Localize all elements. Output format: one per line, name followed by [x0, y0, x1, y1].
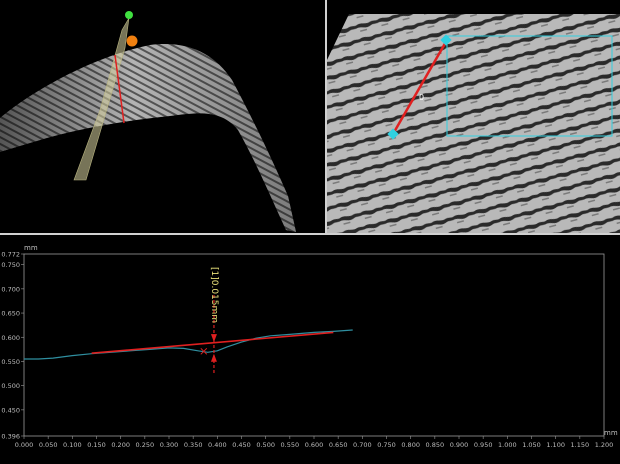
profile-chart[interactable]: mm mm 0.000 0.050 0.100 0.150 0.200 0.250 0.30…	[0, 235, 620, 464]
y-tick-label: 0.550	[1, 358, 20, 366]
3d-view-canvas[interactable]	[0, 0, 325, 233]
y-unit-label: mm	[24, 244, 38, 252]
x-tick-label: 1.150	[571, 441, 590, 449]
y-tick-label: 0.500	[1, 382, 20, 390]
x-tick-label: 0.300	[160, 441, 179, 449]
x-tick-label: 0.650	[329, 441, 348, 449]
x-tick-label: 0.350	[184, 441, 203, 449]
x-tick-label: 0.200	[111, 441, 130, 449]
x-tick-label: 0.800	[401, 441, 420, 449]
3d-surface	[0, 44, 296, 232]
plot-frame	[23, 253, 605, 437]
x-tick-label: 0.450	[232, 441, 251, 449]
y-tick-label: 0.772	[1, 251, 20, 259]
x-tick-label: 0.100	[63, 441, 82, 449]
arrow-up-icon	[210, 353, 217, 362]
image-view-canvas[interactable]: 0	[327, 0, 620, 233]
specimen-image	[327, 14, 620, 233]
measurement-value-label: [1]0.015mm	[209, 267, 219, 323]
x-unit-label: mm	[604, 429, 618, 437]
x-tick-label: 0.700	[353, 441, 372, 449]
x-tick-label: 0.750	[377, 441, 396, 449]
x-tick-label: 0.250	[136, 441, 155, 449]
x-tick-label: 1.100	[546, 441, 565, 449]
specimen-top-margin	[327, 0, 620, 14]
3d-view-pane[interactable]	[0, 0, 325, 233]
x-tick-label: 1.050	[522, 441, 541, 449]
x-tick-label: 0.600	[305, 441, 324, 449]
x-tick-label: 0.550	[281, 441, 300, 449]
x-tick-label: 0.850	[426, 441, 445, 449]
y-tick-label: 0.600	[1, 334, 20, 342]
x-tick-label: 0.150	[87, 441, 106, 449]
y-tick-label: 0.750	[1, 261, 20, 269]
arrow-down-icon	[210, 334, 217, 343]
x-tick-label: 0.950	[474, 441, 493, 449]
orange-dot-icon[interactable]	[126, 35, 138, 47]
y-tick-label: 0.396	[1, 433, 20, 441]
x-tick-label: 1.200	[595, 441, 614, 449]
x-tick-label: 0.000	[15, 441, 34, 449]
y-tick-label: 0.700	[1, 285, 20, 293]
x-tick-label: 0.500	[256, 441, 275, 449]
x-tick-label: 0.900	[450, 441, 469, 449]
y-tick-label: 0.650	[1, 310, 20, 318]
y-tick-label: 0.450	[1, 406, 20, 414]
measure-label: 0	[419, 93, 424, 102]
green-dot-icon[interactable]	[125, 11, 133, 19]
x-tick-label: 0.400	[208, 441, 227, 449]
profile-pane[interactable]: mm mm 0.000 0.050 0.100 0.150 0.200 0.250 0.30…	[0, 235, 620, 464]
x-tick-label: 1.000	[498, 441, 517, 449]
x-tick-label: 0.050	[39, 441, 58, 449]
image-view-pane[interactable]: 0	[327, 0, 620, 233]
